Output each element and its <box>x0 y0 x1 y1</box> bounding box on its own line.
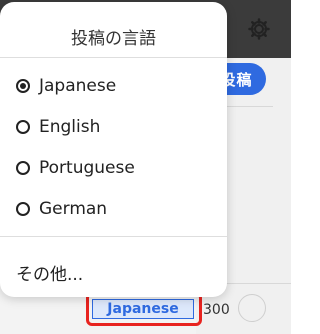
language-option-portuguese[interactable]: Portuguese <box>16 156 135 180</box>
radio-unchecked-icon <box>16 161 30 175</box>
radio-unchecked-icon <box>16 202 30 216</box>
character-progress-circle <box>238 294 266 322</box>
language-option-german[interactable]: German <box>16 197 107 221</box>
language-option-english[interactable]: English <box>16 115 100 139</box>
option-label: Japanese <box>39 76 117 96</box>
post-language-menu: 投稿の言語 Japanese English Portuguese German… <box>0 2 227 297</box>
option-label: German <box>39 199 108 219</box>
radio-unchecked-icon <box>16 120 30 134</box>
menu-title: 投稿の言語 <box>71 29 156 49</box>
option-label: English <box>39 117 101 137</box>
other-languages-option[interactable]: その他... <box>16 260 83 285</box>
gear-icon[interactable] <box>247 17 271 41</box>
character-count: 300 <box>203 302 230 318</box>
radio-checked-icon <box>16 79 30 93</box>
option-label: Portuguese <box>39 158 135 178</box>
menu-separator <box>0 57 227 58</box>
highlight-annotation <box>86 292 202 326</box>
menu-separator <box>0 236 227 237</box>
language-option-japanese[interactable]: Japanese <box>16 74 116 98</box>
